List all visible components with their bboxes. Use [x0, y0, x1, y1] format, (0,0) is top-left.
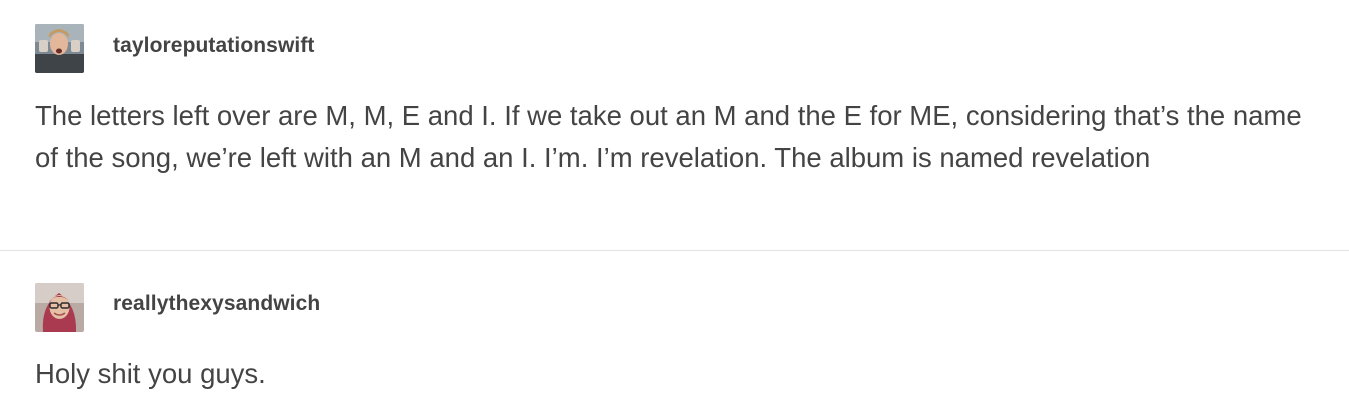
- reblog-post-1: tayloreputationswift The letters left ov…: [0, 0, 1349, 250]
- avatar-photo-icon: [35, 24, 84, 73]
- user-avatar-icon[interactable]: [35, 24, 84, 73]
- user-avatar-icon[interactable]: [35, 283, 84, 332]
- post-body-text: Holy shit you guys.: [35, 358, 266, 389]
- post-username[interactable]: tayloreputationswift: [113, 34, 315, 58]
- avatar-photo-icon: [35, 283, 84, 332]
- reblog-post-2: reallythexysandwich Holy shit you guys.: [0, 251, 1349, 408]
- post-body-text: The letters left over are M, M, E and I.…: [35, 100, 1302, 173]
- post-username[interactable]: reallythexysandwich: [113, 292, 320, 316]
